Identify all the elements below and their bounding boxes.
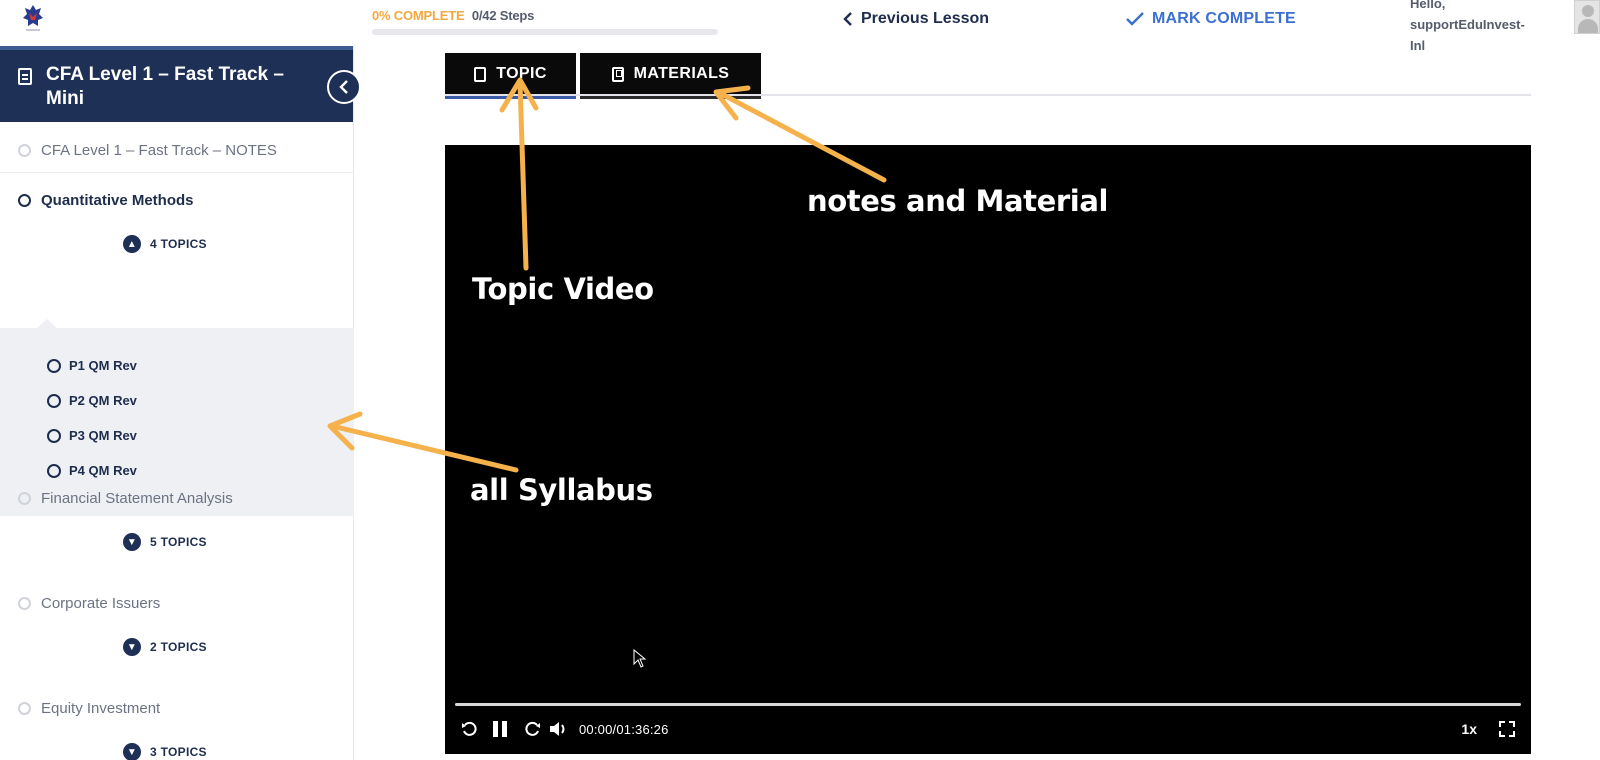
topic-label: P3 QM Rev	[69, 428, 137, 443]
tab-label: MATERIALS	[633, 65, 730, 82]
document-icon	[18, 68, 32, 85]
fullscreen-icon[interactable]	[1499, 721, 1515, 737]
chevron-left-icon	[339, 80, 348, 94]
incomplete-circle-icon	[47, 358, 61, 373]
course-progress: 0% COMPLETE 0/42 Steps	[372, 8, 718, 35]
topic-item[interactable]: P4 QM Rev	[47, 463, 137, 478]
course-sidebar: CFA Level 1 – Fast Track – Mini CFA Leve…	[0, 46, 361, 760]
lesson-label: Equity Investment	[41, 700, 161, 717]
topic-label: P2 QM Rev	[69, 393, 137, 408]
tabs-underline	[445, 94, 1531, 96]
chevron-down-icon: ▼	[123, 638, 141, 656]
previous-lesson-link[interactable]: Previous Lesson	[843, 10, 989, 28]
user-greeting-line: Hello,	[1410, 0, 1446, 11]
checkmark-icon	[1126, 12, 1144, 26]
incomplete-circle-icon	[18, 194, 31, 207]
tab-topic[interactable]: TOPIC	[445, 53, 576, 99]
progress-steps: 0/42 Steps	[471, 8, 535, 23]
topic-label: P4 QM Rev	[69, 463, 137, 478]
topic-label: P1 QM Rev	[69, 358, 137, 373]
video-controls: 00:00/01:36:26 1x	[461, 717, 1515, 741]
chevron-up-icon: ▲	[123, 235, 141, 253]
topic-item[interactable]: P1 QM Rev	[47, 358, 137, 373]
topics-count: 4 TOPICS	[150, 237, 207, 251]
rewind-icon[interactable]	[461, 721, 477, 737]
avatar[interactable]	[1574, 0, 1600, 34]
volume-icon[interactable]	[549, 721, 569, 737]
user-greeting-line: supportEduInvest-	[1410, 17, 1525, 32]
annotation-topic-video: Topic Video	[472, 272, 654, 306]
user-greeting-line: Inl	[1410, 38, 1426, 53]
lesson-item[interactable]: Quantitative Methods	[0, 192, 354, 209]
chevron-down-icon: ▼	[123, 533, 141, 551]
incomplete-circle-icon	[18, 597, 31, 610]
lesson-item[interactable]: Corporate Issuers	[0, 595, 354, 612]
incomplete-circle-icon	[47, 428, 61, 443]
tab-label: TOPIC	[496, 65, 547, 82]
lesson-item[interactable]: Equity Investment	[0, 700, 354, 717]
incomplete-circle-icon	[18, 144, 31, 157]
topic-list: P1 QM Rev P2 QM Rev P3 QM Rev P4 QM Rev	[0, 319, 354, 516]
lesson-label: CFA Level 1 – Fast Track – NOTES	[41, 142, 277, 159]
incomplete-circle-icon	[18, 702, 31, 715]
chevron-down-icon: ▼	[123, 743, 141, 760]
lesson-label: Financial Statement Analysis	[41, 490, 233, 507]
incomplete-circle-icon	[47, 393, 61, 408]
divider	[0, 172, 354, 173]
progress-bar	[372, 29, 718, 35]
annotation-all-syllabus: all Syllabus	[470, 473, 653, 507]
brand-logo[interactable]	[22, 4, 44, 34]
progress-text: 0% COMPLETE 0/42 Steps	[372, 8, 718, 23]
document-icon	[474, 66, 487, 82]
mark-complete-label: MARK COMPLETE	[1152, 10, 1296, 27]
lesson-item[interactable]: CFA Level 1 – Fast Track – NOTES	[0, 142, 354, 159]
video-timecode: 00:00/01:36:26	[579, 721, 669, 737]
mark-complete-button[interactable]: MARK COMPLETE	[1126, 10, 1296, 28]
chevron-left-icon	[843, 12, 852, 26]
video-player[interactable]: 00:00/01:36:26 1x	[445, 145, 1531, 754]
video-progress-bar[interactable]	[455, 703, 1521, 706]
content-tabs: TOPIC MATERIALS	[445, 53, 761, 99]
topics-count: 2 TOPICS	[150, 640, 207, 654]
lesson-label: Quantitative Methods	[41, 192, 194, 209]
incomplete-circle-icon	[18, 492, 31, 505]
previous-lesson-label: Previous Lesson	[861, 10, 990, 27]
incomplete-circle-icon	[47, 463, 61, 478]
progress-percent: 0% COMPLETE	[372, 8, 465, 23]
collapse-sidebar-button[interactable]	[327, 70, 361, 104]
lesson-label: Corporate Issuers	[41, 595, 161, 612]
forward-icon[interactable]	[525, 721, 541, 737]
topics-count: 5 TOPICS	[150, 535, 207, 549]
topics-toggle[interactable]: ▲ 4 TOPICS	[123, 235, 207, 253]
bookmark-icon	[611, 66, 624, 82]
topic-item[interactable]: P2 QM Rev	[47, 393, 137, 408]
topics-toggle[interactable]: ▼ 3 TOPICS	[123, 743, 207, 760]
lesson-item[interactable]: Financial Statement Analysis	[0, 490, 354, 507]
topics-toggle[interactable]: ▼ 2 TOPICS	[123, 638, 207, 656]
tab-materials[interactable]: MATERIALS	[580, 53, 761, 99]
course-title[interactable]: CFA Level 1 – Fast Track – Mini	[46, 63, 306, 111]
pause-icon[interactable]	[493, 721, 507, 737]
topics-toggle[interactable]: ▼ 5 TOPICS	[123, 533, 207, 551]
mouse-cursor-icon	[633, 649, 647, 668]
course-header: CFA Level 1 – Fast Track – Mini	[0, 46, 361, 122]
topics-count: 3 TOPICS	[150, 745, 207, 759]
topic-item[interactable]: P3 QM Rev	[47, 428, 137, 443]
user-greeting[interactable]: Hello, supportEduInvest- Inl	[1410, 0, 1550, 56]
annotation-notes-material: notes and Material	[807, 184, 1109, 218]
playback-speed-button[interactable]: 1x	[1461, 721, 1477, 737]
